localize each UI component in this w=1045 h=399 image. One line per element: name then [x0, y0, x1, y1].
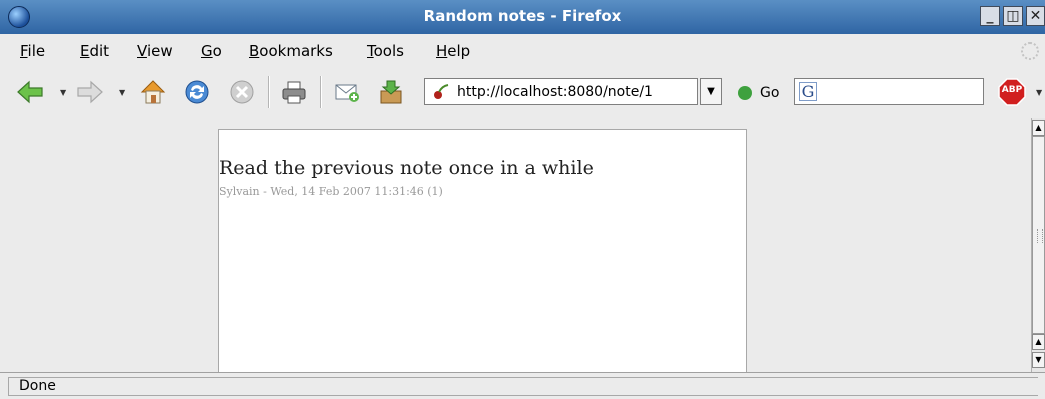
adblock-dropdown[interactable]: ▼	[1036, 88, 1042, 97]
adblock-label: ABP	[1001, 85, 1023, 95]
reload-button[interactable]	[183, 78, 211, 106]
title-bar: Random notes - Firefox _ ◫ ✕	[0, 0, 1045, 34]
menu-bar: File Edit View Go Bookmarks Tools Help	[0, 34, 1045, 64]
content-area: Read the previous note once in a while S…	[0, 118, 1031, 372]
toolbar-separator	[320, 76, 322, 108]
forward-history-dropdown[interactable]: ▼	[119, 88, 125, 97]
menu-help[interactable]: Help	[436, 42, 470, 60]
scroll-up-button[interactable]: ▲	[1032, 120, 1045, 136]
throbber-icon	[1021, 42, 1039, 60]
navigation-toolbar: ▼ ▼ http://localhost:8080/note/1 ▼ Go G …	[0, 64, 1045, 119]
menu-go[interactable]: Go	[201, 42, 222, 60]
status-text: Done	[8, 377, 1038, 396]
forward-button[interactable]	[76, 78, 104, 106]
mail-add-icon	[335, 84, 359, 102]
window-title: Random notes - Firefox	[423, 7, 622, 25]
minimize-button[interactable]: _	[980, 6, 1000, 26]
menu-bookmarks[interactable]: Bookmarks	[249, 42, 333, 60]
scroll-thumb[interactable]	[1032, 136, 1045, 334]
reload-icon	[185, 80, 209, 104]
menu-tools[interactable]: Tools	[367, 42, 404, 60]
home-button[interactable]	[139, 78, 167, 106]
go-button[interactable]: Go	[760, 85, 779, 101]
print-button[interactable]	[280, 78, 308, 106]
url-text[interactable]: http://localhost:8080/note/1	[457, 84, 653, 100]
toolbar-separator	[268, 76, 270, 108]
note-meta: Sylvain - Wed, 14 Feb 2007 11:31:46 (1)	[219, 185, 443, 198]
google-search-engine-icon[interactable]: G	[799, 82, 817, 101]
menu-edit[interactable]: Edit	[80, 42, 109, 60]
downloads-button[interactable]	[377, 78, 405, 106]
url-history-dropdown[interactable]: ▼	[700, 78, 722, 105]
scroll-down-button[interactable]: ▼	[1032, 352, 1045, 368]
note-page: Read the previous note once in a while S…	[218, 129, 747, 372]
address-bar[interactable]: http://localhost:8080/note/1	[424, 78, 698, 105]
printer-icon	[282, 81, 306, 104]
close-button[interactable]: ✕	[1026, 6, 1045, 26]
download-box-icon	[380, 80, 402, 104]
forward-arrow-icon	[77, 80, 103, 104]
adblock-button[interactable]: ABP	[998, 78, 1026, 106]
home-icon	[140, 80, 166, 104]
search-box[interactable]: G	[794, 78, 984, 105]
new-mail-button[interactable]	[333, 78, 361, 106]
stop-button[interactable]	[228, 78, 256, 106]
grip-icon	[1037, 229, 1043, 243]
menu-file[interactable]: File	[20, 42, 45, 60]
maximize-button[interactable]: ◫	[1003, 6, 1023, 26]
note-title: Read the previous note once in a while	[219, 157, 594, 179]
stop-icon	[230, 80, 254, 104]
scroll-up-button-lower[interactable]: ▲	[1032, 334, 1045, 350]
status-bar: Done	[0, 372, 1045, 399]
back-button[interactable]	[16, 78, 44, 106]
vertical-scrollbar[interactable]: ▲ ▲ ▼	[1031, 118, 1045, 372]
back-history-dropdown[interactable]: ▼	[60, 88, 66, 97]
menu-view[interactable]: View	[137, 42, 173, 60]
back-arrow-icon	[17, 80, 43, 104]
site-favicon-icon	[434, 84, 449, 99]
go-icon[interactable]	[738, 86, 752, 100]
